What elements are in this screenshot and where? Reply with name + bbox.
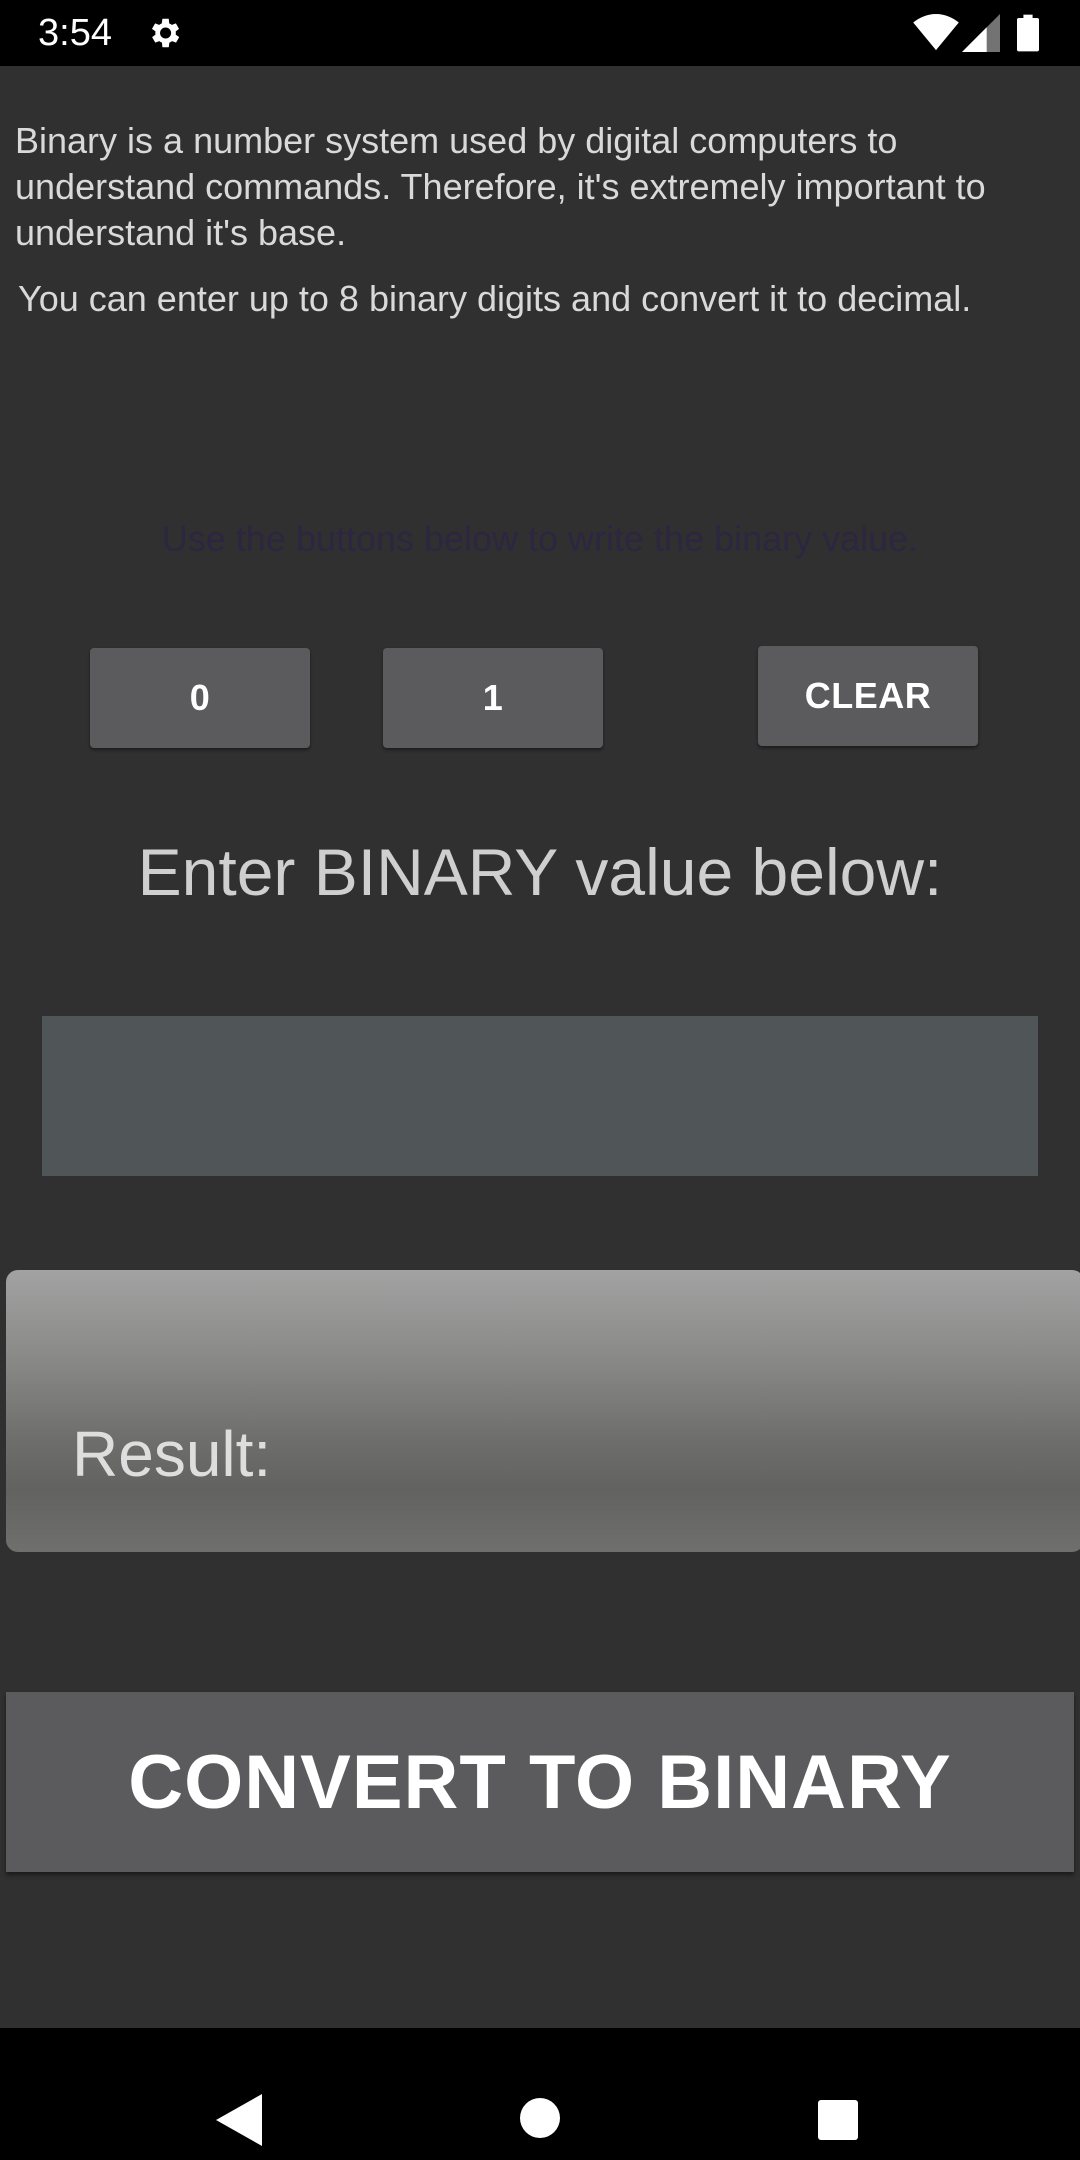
hint-text: Use the buttons below to write the binar… [161, 518, 919, 559]
home-icon[interactable] [520, 2098, 560, 2138]
app-screen: 3:54 Binary is a number system used by d… [0, 0, 1080, 2160]
result-panel [6, 1270, 1080, 1552]
status-time: 3:54 [38, 12, 112, 54]
navigation-bar [0, 2028, 1080, 2160]
binary-input[interactable] [42, 1016, 1038, 1176]
gear-icon [151, 18, 180, 48]
status-bar: 3:54 [0, 0, 1080, 66]
recents-icon[interactable] [818, 2100, 858, 2140]
zero-button[interactable]: 0 [90, 648, 310, 748]
back-icon[interactable] [216, 2094, 262, 2146]
enter-binary-label: Enter BINARY value below: [137, 835, 943, 909]
clear-button[interactable]: CLEAR [758, 646, 978, 746]
signal-icon [962, 14, 1000, 52]
wifi-icon [913, 14, 959, 51]
battery-icon [1017, 14, 1039, 52]
result-label: Result: [72, 1418, 272, 1490]
limit-text: You can enter up to 8 binary digits and … [18, 278, 972, 319]
intro-text: Binary is a number system used by digita… [15, 120, 986, 253]
one-button[interactable]: 1 [383, 648, 603, 748]
convert-button[interactable]: CONVERT TO BINARY [6, 1692, 1074, 1872]
